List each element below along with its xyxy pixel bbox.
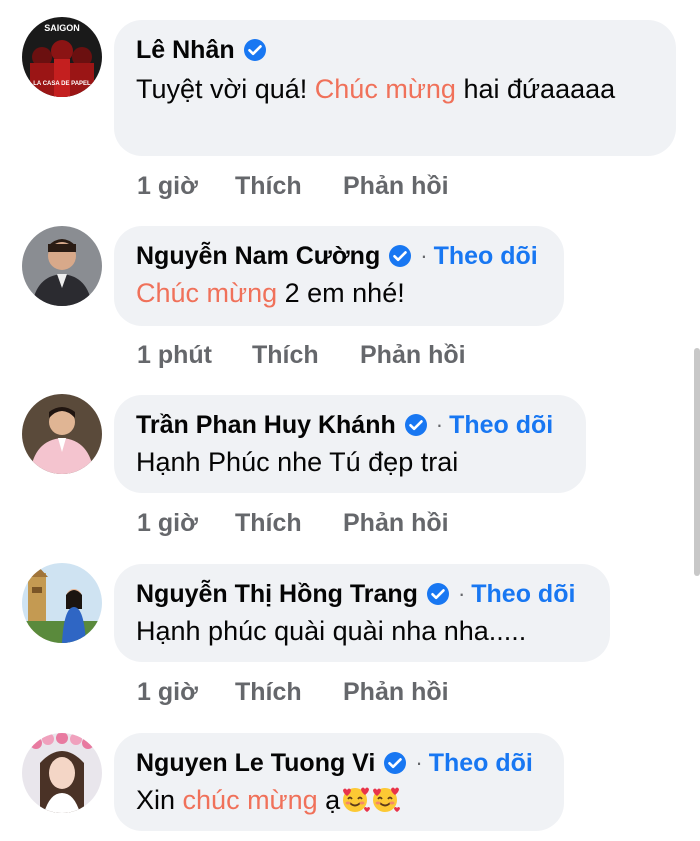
follow-button[interactable]: Theo dõi bbox=[434, 242, 538, 271]
reply-button[interactable]: Phản hồi bbox=[343, 509, 449, 538]
comment-time[interactable]: 1 giờ bbox=[137, 172, 235, 201]
like-button[interactable]: Thích bbox=[235, 678, 343, 707]
commenter-name[interactable]: Lê Nhân bbox=[136, 36, 235, 65]
comment-bubble: Nguyễn Thị Hồng Trang · Theo dõi Hạnh ph… bbox=[114, 564, 610, 662]
comment-header: Nguyen Le Tuong Vi · Theo dõi bbox=[136, 747, 542, 779]
avatar[interactable] bbox=[22, 394, 102, 474]
comment-text: Hạnh Phúc nhe Tú đẹp trai bbox=[136, 447, 459, 477]
avatar[interactable]: SAIGON LA CASA DE PAPEL bbox=[22, 17, 102, 97]
avatar-image bbox=[22, 563, 102, 643]
avatar-caption-bottom: LA CASA DE PAPEL bbox=[33, 81, 91, 87]
smiling-face-with-hearts-icon bbox=[370, 784, 401, 814]
comment-text-part: Xin bbox=[136, 785, 183, 815]
like-button[interactable]: Thích bbox=[235, 172, 343, 201]
comment-text: Xin chúc mừng ạ bbox=[136, 781, 542, 819]
follow-button[interactable]: Theo dõi bbox=[429, 749, 533, 778]
commenter-name[interactable]: Nguyen Le Tuong Vi bbox=[136, 749, 375, 778]
avatar-image bbox=[22, 394, 102, 474]
commenter-name[interactable]: Trần Phan Huy Khánh bbox=[136, 411, 396, 440]
comment-text: Tuyệt vời quá! Chúc mừng hai đứaaaaa bbox=[136, 70, 636, 108]
reply-button[interactable]: Phản hồi bbox=[360, 341, 466, 370]
comment-header: Nguyễn Thị Hồng Trang · Theo dõi bbox=[136, 578, 588, 610]
follow-button[interactable]: Theo dõi bbox=[471, 580, 575, 609]
comment-text-highlight: Chúc mừng bbox=[314, 74, 456, 104]
reply-button[interactable]: Phản hồi bbox=[343, 678, 449, 707]
like-button[interactable]: Thích bbox=[235, 509, 343, 538]
separator-dot: · bbox=[420, 243, 428, 268]
comment-actions: 1 giờ Thích Phản hồi bbox=[137, 678, 449, 707]
comment-text-highlight: chúc mừng bbox=[182, 785, 318, 815]
comment-time[interactable]: 1 phút bbox=[137, 341, 252, 370]
avatar-image: SAIGON LA CASA DE PAPEL bbox=[22, 17, 102, 97]
comment-actions: 1 giờ Thích Phản hồi bbox=[137, 172, 449, 201]
verified-badge-icon bbox=[388, 244, 412, 268]
comment-bubble: Lê Nhân Tuyệt vời quá! Chúc mừng hai đứa… bbox=[114, 20, 676, 156]
avatar-caption-top: SAIGON bbox=[44, 23, 80, 33]
comment-header: Lê Nhân bbox=[136, 34, 654, 66]
verified-badge-icon bbox=[426, 582, 450, 606]
commenter-name[interactable]: Nguyễn Nam Cường bbox=[136, 242, 380, 271]
smiling-face-with-hearts-icon bbox=[340, 784, 371, 814]
follow-button[interactable]: Theo dõi bbox=[449, 411, 553, 440]
comment-header: Trần Phan Huy Khánh · Theo dõi bbox=[136, 409, 564, 441]
avatar-image bbox=[22, 733, 102, 813]
comment-time[interactable]: 1 giờ bbox=[137, 509, 235, 538]
comment-time[interactable]: 1 giờ bbox=[137, 678, 235, 707]
comment-actions: 1 giờ Thích Phản hồi bbox=[137, 509, 449, 538]
separator-dot: · bbox=[415, 750, 423, 775]
avatar[interactable] bbox=[22, 563, 102, 643]
verified-badge-icon bbox=[383, 751, 407, 775]
scrollbar[interactable] bbox=[694, 348, 700, 576]
comment-header: Nguyễn Nam Cường · Theo dõi bbox=[136, 240, 542, 272]
comment-bubble: Trần Phan Huy Khánh · Theo dõi Hạnh Phúc… bbox=[114, 395, 586, 493]
avatar[interactable] bbox=[22, 226, 102, 306]
verified-badge-icon bbox=[404, 413, 428, 437]
avatar-image bbox=[22, 226, 102, 306]
separator-dot: · bbox=[435, 412, 444, 437]
comment-actions: 1 phút Thích Phản hồi bbox=[137, 341, 466, 370]
comment-text-part: Tuyệt vời quá! bbox=[136, 74, 315, 104]
comment-text: Chúc mừng 2 em nhé! bbox=[136, 274, 542, 312]
like-button[interactable]: Thích bbox=[252, 341, 360, 370]
comment-text-highlight: Chúc mừng bbox=[136, 278, 278, 308]
comment-text-part: 2 em nhé! bbox=[277, 278, 405, 308]
comment-text-part: hai đứaaaaa bbox=[455, 74, 616, 104]
commenter-name[interactable]: Nguyễn Thị Hồng Trang bbox=[136, 580, 418, 609]
comment-text-part: ạ bbox=[317, 785, 341, 815]
reply-button[interactable]: Phản hồi bbox=[343, 172, 449, 201]
comment-text: Hạnh phúc quài quài nha nha..... bbox=[136, 616, 527, 646]
comment-bubble: Nguyễn Nam Cường · Theo dõi Chúc mừng 2 … bbox=[114, 226, 564, 326]
separator-dot: · bbox=[457, 581, 466, 606]
avatar[interactable] bbox=[22, 733, 102, 813]
comment-bubble: Nguyen Le Tuong Vi · Theo dõi Xin chúc m… bbox=[114, 733, 564, 831]
verified-badge-icon bbox=[243, 38, 267, 62]
